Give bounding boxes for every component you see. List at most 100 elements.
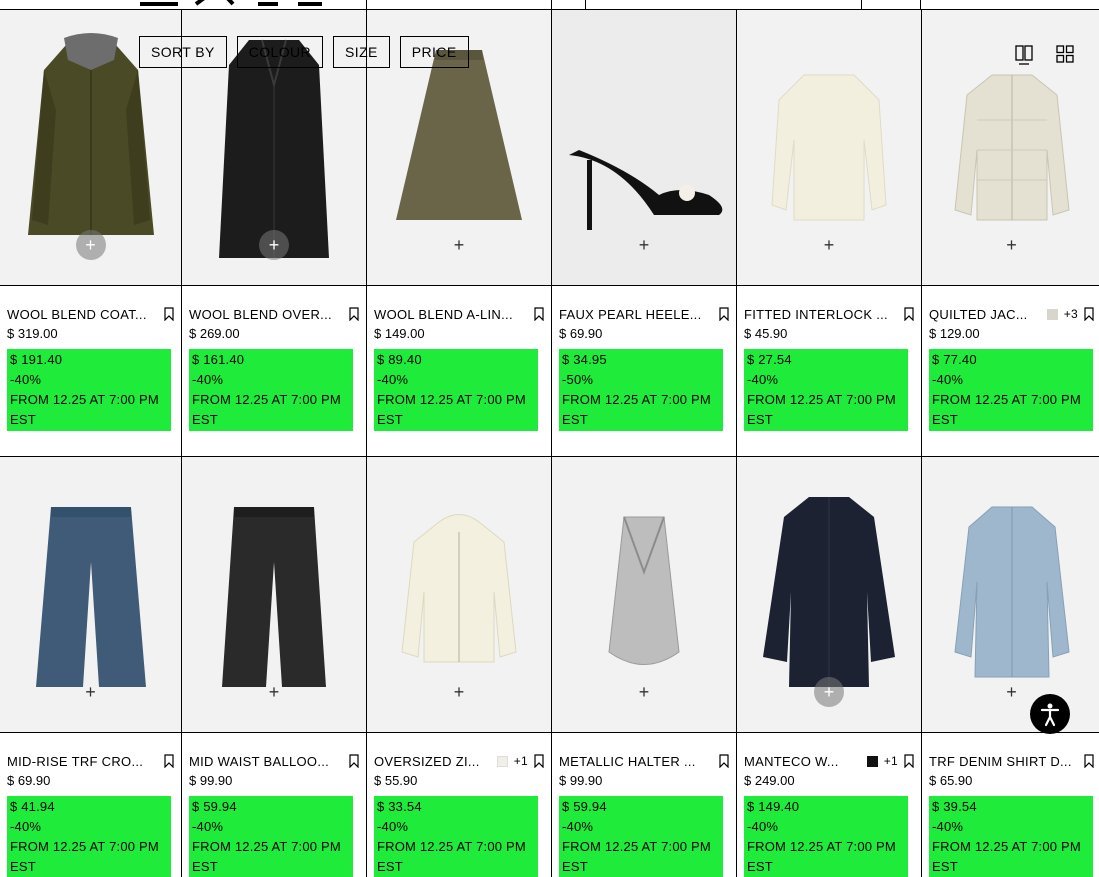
bookmark-icon[interactable] bbox=[349, 754, 359, 768]
accessibility-button[interactable] bbox=[1030, 694, 1070, 734]
product-price: $ 65.90 bbox=[929, 773, 973, 788]
bookmark-icon[interactable] bbox=[719, 307, 729, 321]
product-card[interactable]: + QUILTED JAC... +3 $ 129.00 $ 77.40 -40… bbox=[922, 10, 1099, 456]
promo-text: FROM 12.25 AT 7:00 PM EST bbox=[192, 392, 341, 427]
product-image[interactable]: + bbox=[737, 457, 921, 733]
color-swatch[interactable] bbox=[496, 755, 508, 767]
more-colors-count[interactable]: +1 bbox=[884, 754, 898, 768]
sale-price: $ 149.40 bbox=[747, 799, 800, 814]
bookmark-icon[interactable] bbox=[164, 307, 174, 321]
bookmark-icon[interactable] bbox=[164, 754, 174, 768]
plus-icon: + bbox=[453, 234, 465, 255]
promo-text: FROM 12.25 AT 7:00 PM EST bbox=[932, 839, 1081, 874]
bookmark-icon[interactable] bbox=[534, 754, 544, 768]
header-divider bbox=[920, 0, 921, 10]
grid-view-icon[interactable] bbox=[1055, 44, 1075, 64]
product-card[interactable]: + OVERSIZED ZI... +1 $ 55.90 $ 33.54 -40… bbox=[367, 457, 552, 877]
more-colors-count[interactable]: +3 bbox=[1064, 307, 1078, 321]
add-to-cart-button[interactable]: + bbox=[259, 230, 289, 260]
single-column-view-icon[interactable] bbox=[1014, 44, 1034, 66]
product-image-jeans bbox=[222, 507, 326, 687]
add-to-cart-button[interactable]: + bbox=[75, 230, 106, 260]
promo-badge: $ 34.95 -50% FROM 12.25 AT 7:00 PM EST bbox=[559, 349, 723, 431]
product-image-shirt-dress bbox=[953, 506, 1070, 678]
sort-by-button[interactable]: SORT BY bbox=[139, 36, 227, 68]
product-name[interactable]: METALLIC HALTER ... bbox=[559, 754, 713, 769]
product-card[interactable]: + FAUX PEARL HEELE... $ 69.90 $ 34.95 -5… bbox=[552, 10, 737, 456]
price-filter-button[interactable]: PRICE bbox=[399, 36, 469, 68]
product-name[interactable]: OVERSIZED ZI... bbox=[374, 754, 491, 769]
product-image[interactable]: + bbox=[552, 457, 736, 733]
product-name[interactable]: FITTED INTERLOCK ... bbox=[744, 307, 898, 322]
more-colors-count[interactable]: +1 bbox=[514, 754, 528, 768]
bookmark-icon[interactable] bbox=[1084, 754, 1094, 768]
add-to-cart-button[interactable]: + bbox=[444, 230, 474, 260]
product-name[interactable]: WOOL BLEND COAT... bbox=[7, 307, 158, 322]
product-name[interactable]: WOOL BLEND A-LIN... bbox=[374, 307, 528, 322]
plus-icon: + bbox=[823, 234, 835, 255]
sale-price: $ 59.94 bbox=[192, 799, 237, 814]
discount-percent: -40% bbox=[562, 819, 594, 834]
product-card[interactable]: + MID-RISE TRF CRO... $ 69.90 $ 41.94 -4… bbox=[0, 457, 182, 877]
add-to-cart-button[interactable]: + bbox=[997, 230, 1027, 260]
product-image[interactable]: + bbox=[367, 457, 551, 733]
sale-price: $ 191.40 bbox=[10, 352, 63, 367]
color-swatch[interactable] bbox=[866, 755, 878, 767]
bookmark-icon[interactable] bbox=[904, 754, 914, 768]
promo-text: FROM 12.25 AT 7:00 PM EST bbox=[10, 392, 159, 427]
product-card[interactable]: + WOOL BLEND OVER... $ 269.00 $ 161.40 -… bbox=[182, 10, 367, 456]
add-to-cart-button[interactable]: + bbox=[814, 677, 844, 707]
promo-badge: $ 89.40 -40% FROM 12.25 AT 7:00 PM EST bbox=[374, 349, 538, 431]
bookmark-icon[interactable] bbox=[719, 754, 729, 768]
product-card[interactable]: + WOOL BLEND COAT... $ 319.00 $ 191.40 -… bbox=[0, 10, 182, 456]
product-card[interactable]: + MID WAIST BALLOO... $ 99.90 $ 59.94 -4… bbox=[182, 457, 367, 877]
size-filter-button[interactable]: SIZE bbox=[333, 36, 390, 68]
product-name[interactable]: FAUX PEARL HEELE... bbox=[559, 307, 713, 322]
product-name[interactable]: MANTECO W... bbox=[744, 754, 861, 769]
product-name[interactable]: QUILTED JAC... bbox=[929, 307, 1041, 322]
discount-percent: -40% bbox=[10, 819, 42, 834]
promo-badge: $ 77.40 -40% FROM 12.25 AT 7:00 PM EST bbox=[929, 349, 1093, 431]
bookmark-icon[interactable] bbox=[904, 307, 914, 321]
product-card[interactable]: + FITTED INTERLOCK ... $ 45.90 $ 27.54 -… bbox=[737, 10, 922, 456]
product-name[interactable]: TRF DENIM SHIRT D... bbox=[929, 754, 1078, 769]
add-to-cart-button[interactable]: + bbox=[259, 677, 289, 707]
plus-icon: + bbox=[85, 681, 96, 702]
promo-text: FROM 12.25 AT 7:00 PM EST bbox=[10, 839, 159, 874]
colour-filter-button[interactable]: COLOUR bbox=[236, 36, 324, 68]
add-to-cart-button[interactable]: + bbox=[814, 230, 844, 260]
view-toggle bbox=[1055, 44, 1075, 64]
product-image[interactable]: + bbox=[0, 457, 181, 733]
bookmark-icon[interactable] bbox=[1084, 307, 1094, 321]
product-card[interactable]: + MANTECO W... +1 $ 249.00 $ 149.40 -40%… bbox=[737, 457, 922, 877]
product-price: $ 129.00 bbox=[929, 326, 980, 341]
sale-price: $ 161.40 bbox=[192, 352, 245, 367]
sale-price: $ 89.40 bbox=[377, 352, 422, 367]
discount-percent: -40% bbox=[192, 819, 224, 834]
add-to-cart-button[interactable]: + bbox=[997, 677, 1027, 707]
product-card[interactable]: + WOOL BLEND A-LIN... $ 149.00 $ 89.40 -… bbox=[367, 10, 552, 456]
product-price: $ 55.90 bbox=[374, 773, 418, 788]
add-to-cart-button[interactable]: + bbox=[629, 677, 659, 707]
product-name[interactable]: MID-RISE TRF CRO... bbox=[7, 754, 158, 769]
add-to-cart-button[interactable]: + bbox=[444, 677, 474, 707]
header-divider bbox=[551, 0, 552, 10]
add-to-cart-button[interactable]: + bbox=[76, 677, 106, 707]
product-image[interactable]: + bbox=[737, 10, 921, 286]
color-swatch[interactable] bbox=[1046, 308, 1058, 320]
brand-logo[interactable] bbox=[138, 0, 324, 6]
bookmark-icon[interactable] bbox=[534, 307, 544, 321]
product-image[interactable]: + bbox=[922, 457, 1099, 733]
product-row: + WOOL BLEND COAT... $ 319.00 $ 191.40 -… bbox=[0, 10, 1099, 457]
product-card[interactable]: + TRF DENIM SHIRT D... $ 65.90 $ 39.54 -… bbox=[922, 457, 1099, 877]
add-to-cart-button[interactable]: + bbox=[629, 230, 659, 260]
bookmark-icon[interactable] bbox=[349, 307, 359, 321]
product-image[interactable]: + bbox=[552, 10, 736, 286]
discount-percent: -40% bbox=[377, 372, 409, 387]
product-card[interactable]: + METALLIC HALTER ... $ 99.90 $ 59.94 -4… bbox=[552, 457, 737, 877]
product-name[interactable]: WOOL BLEND OVER... bbox=[189, 307, 343, 322]
plus-icon: + bbox=[453, 681, 465, 702]
plus-icon: + bbox=[268, 681, 280, 702]
product-name[interactable]: MID WAIST BALLOO... bbox=[189, 754, 343, 769]
product-image[interactable]: + bbox=[182, 457, 366, 733]
